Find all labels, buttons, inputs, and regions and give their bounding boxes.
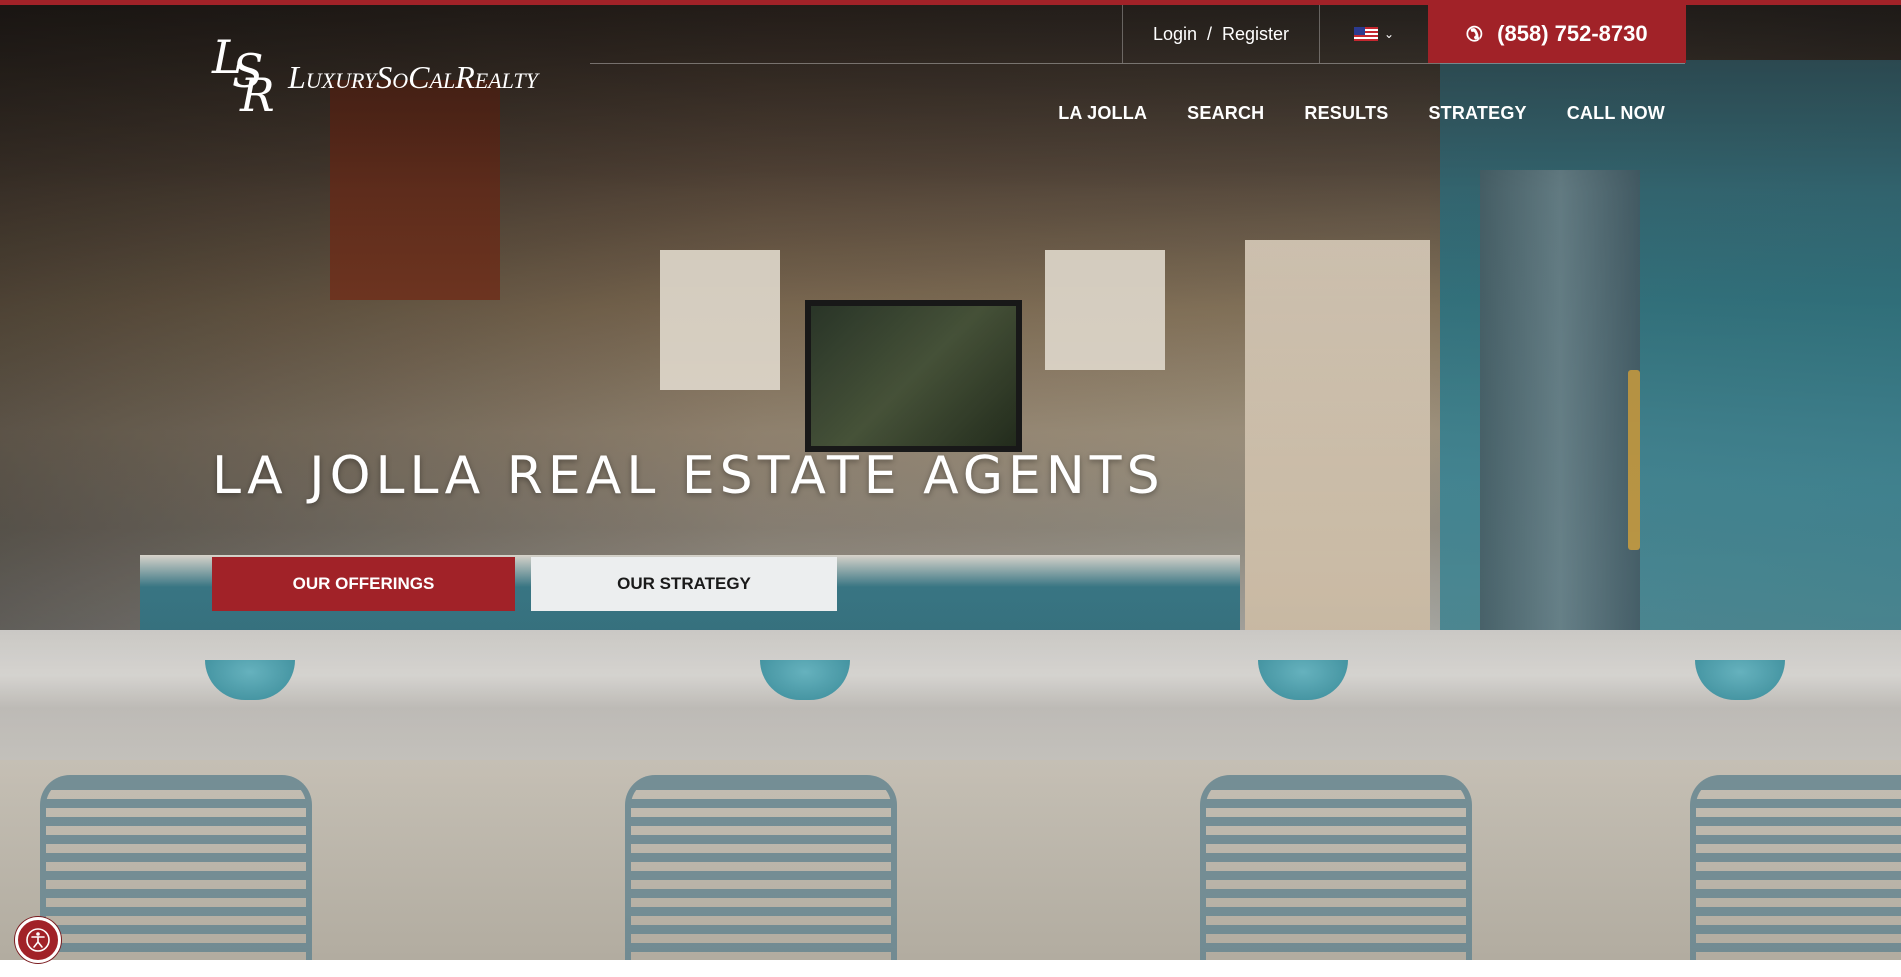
site-logo[interactable]: L S R LuxurySoCalRealty xyxy=(212,34,538,122)
login-link[interactable]: Login xyxy=(1153,24,1197,45)
us-flag-icon xyxy=(1353,27,1378,41)
phone-number: (858) 752-8730 xyxy=(1497,21,1648,46)
bottom-strip xyxy=(0,960,1901,977)
login-separator: / xyxy=(1207,23,1213,44)
nav-item-results[interactable]: RESULTS xyxy=(1304,103,1388,124)
our-strategy-button[interactable]: OUR STRATEGY xyxy=(531,557,837,611)
nav-item-search[interactable]: SEARCH xyxy=(1187,103,1264,124)
nav-item-strategy[interactable]: STRATEGY xyxy=(1428,103,1526,124)
logo-wordmark: LuxurySoCalRealty xyxy=(288,58,538,95)
logo-letter: R xyxy=(240,68,275,122)
chevron-down-icon: ⌄ xyxy=(1383,27,1395,41)
nav-item-la-jolla[interactable]: LA JOLLA xyxy=(1058,103,1147,124)
account-links: Login / Register xyxy=(1122,5,1319,63)
language-selector[interactable]: ⌄ xyxy=(1319,5,1428,63)
phone-icon: ✆ xyxy=(1466,23,1484,46)
register-link[interactable]: Register xyxy=(1222,24,1289,45)
utility-bar: Login / Register ⌄ ✆ (858) 752-8730 xyxy=(1122,0,1686,63)
page: L S R LuxurySoCalRealty Login / Register… xyxy=(0,0,1901,977)
hero-cta-group: OUR OFFERINGS OUR STRATEGY xyxy=(212,557,837,611)
header-divider xyxy=(590,63,1685,64)
main-navigation: LA JOLLA SEARCH RESULTS STRATEGY CALL NO… xyxy=(1018,103,1665,124)
hero-title: LA JOLLA REAL ESTATE AGENTS xyxy=(212,446,1165,506)
logo-monogram: L S R xyxy=(212,34,275,122)
our-offerings-button[interactable]: OUR OFFERINGS xyxy=(212,557,515,611)
accessibility-icon xyxy=(25,927,51,953)
phone-call-button[interactable]: ✆ (858) 752-8730 xyxy=(1428,0,1686,63)
accessibility-button[interactable] xyxy=(15,917,61,963)
nav-item-call-now[interactable]: CALL NOW xyxy=(1567,103,1665,124)
